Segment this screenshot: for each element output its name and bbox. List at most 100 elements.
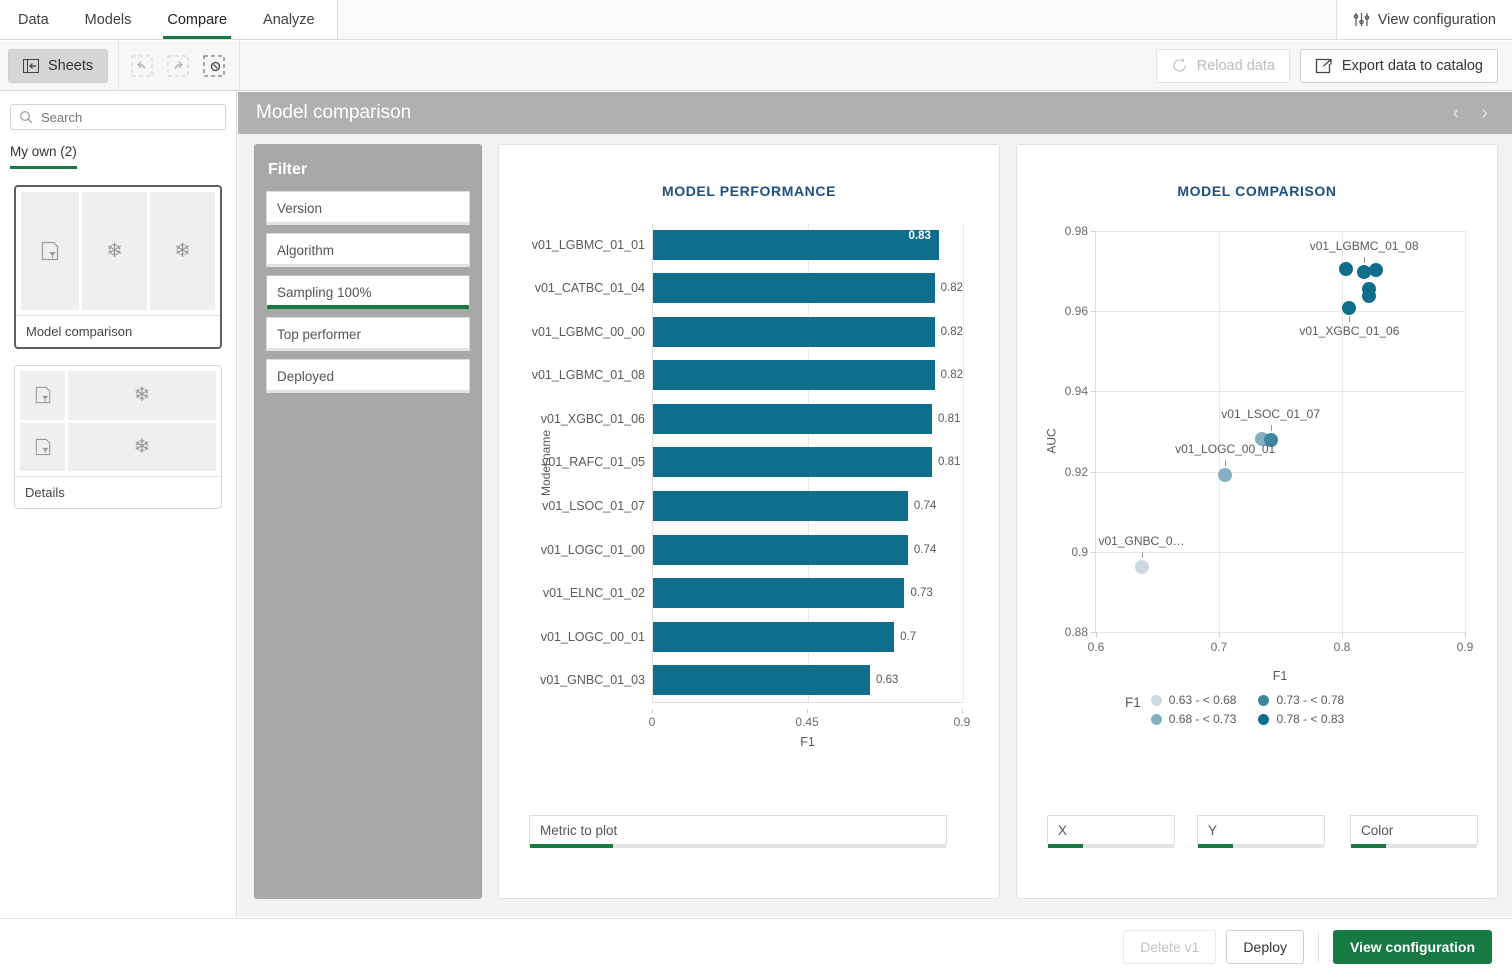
legend-item[interactable]: 0.78 - < 0.83 [1258,712,1344,726]
clear-selections-icon[interactable] [199,51,229,81]
legend-item[interactable]: 0.68 - < 0.73 [1151,712,1237,726]
y-dimension-dropdown[interactable]: Y [1197,815,1325,845]
sheet-header: Model comparison ‹ › [238,92,1512,134]
bar-x-ticks: 00.450.9 [652,709,963,731]
bar-rect[interactable]: 0.83 [653,230,939,260]
bar-rect[interactable] [653,622,894,652]
export-data-label: Export data to catalog [1342,58,1483,74]
bar-rect[interactable] [653,317,935,347]
export-data-button[interactable]: Export data to catalog [1300,49,1498,83]
scatter-point-label: v01_LSOC_01_07 [1221,407,1320,421]
model-comparison-chart: AUC 0.880.90.920.940.960.980.60.70.80.9v… [1033,221,1481,661]
legend-items: 0.63 - < 0.68 0.73 - < 0.78 0.68 - < 0.73 0… [1151,693,1344,726]
bar-rect[interactable] [653,273,935,303]
bar-category-label: v01_LOGC_01_00 [541,543,645,557]
bar-rect[interactable] [653,447,932,477]
delete-version-button[interactable]: Delete v1 [1123,930,1216,964]
bar-row[interactable]: v01_LSOC_01_070.74 [653,484,963,528]
reload-icon [1171,57,1188,74]
bar-row[interactable]: v01_XGBC_01_060.81 [653,397,963,441]
nav-tab-models[interactable]: Models [67,0,150,39]
scatter-point[interactable] [1339,262,1353,276]
my-own-tab[interactable]: My own (2) [10,144,77,169]
bar-row[interactable]: v01_LOGC_01_000.74 [653,528,963,572]
bar-row[interactable]: v01_CATBC_01_040.82 [653,267,963,311]
sheet-thumbnail: ❄ ❄ [16,187,220,315]
scatter-legend: F1 0.63 - < 0.680.73 - < 0.780.68 - < 0.… [1125,693,1344,726]
filter-item-algorithm[interactable]: Algorithm [266,233,470,267]
filter-item-sampling[interactable]: Sampling 100% [266,275,470,309]
metric-to-plot-dropdown[interactable]: Metric to plot [529,815,947,845]
filter-underbar-selected [267,305,469,309]
sheets-button[interactable]: Sheets [8,49,108,83]
legend-item[interactable]: 0.63 - < 0.68 [1151,693,1237,707]
scatter-y-tick-mark [1091,311,1096,312]
puzzle-icon: ❄ [106,241,123,261]
view-configuration-top-button[interactable]: View configuration [1336,0,1512,39]
nav-tab-models-label: Models [85,12,132,28]
scatter-y-tick-label: 0.88 [1065,625,1088,639]
bar-value-label: 0.82 [941,326,963,338]
scatter-point[interactable] [1135,560,1149,574]
bottom-action-bar: Delete v1 Deploy View configuration [0,918,1512,975]
filter-item-label: Top performer [277,327,361,342]
scatter-point[interactable] [1369,263,1383,277]
chevron-left-icon[interactable]: ‹ [1453,103,1460,123]
bar-row[interactable]: v01_LGBMC_01_010.83 [653,223,963,267]
bar-x-tick-label: 0.9 [954,715,971,729]
bar-rect[interactable] [653,578,904,608]
filter-item-label: Algorithm [277,243,334,258]
scatter-gridline-h [1096,311,1465,312]
bar-value-label: 0.74 [914,544,936,556]
filter-item-version[interactable]: Version [266,191,470,225]
scatter-point[interactable] [1362,289,1376,303]
nav-tab-analyze[interactable]: Analyze [245,0,333,39]
bar-row[interactable]: v01_GNBC_01_030.63 [653,658,963,702]
scatter-point[interactable] [1342,301,1356,315]
bar-row[interactable]: v01_ELNC_01_020.73 [653,571,963,615]
scatter-y-tick-mark [1091,391,1096,392]
view-configuration-button[interactable]: View configuration [1333,930,1492,964]
chevron-right-icon[interactable]: › [1481,103,1488,123]
search-input[interactable] [41,110,217,125]
scatter-x-axis-title: F1 [1095,669,1465,683]
bar-row[interactable]: v01_LGBMC_00_000.82 [653,310,963,354]
bar-rect[interactable] [653,404,932,434]
deploy-button[interactable]: Deploy [1226,930,1304,964]
bar-rect[interactable] [653,360,935,390]
redo-icon[interactable] [163,51,193,81]
nav-tab-data[interactable]: Data [0,0,67,39]
scatter-y-tick-label: 0.92 [1065,465,1088,479]
bar-row[interactable]: v01_LOGC_00_010.7 [653,615,963,659]
scatter-point[interactable] [1218,468,1232,482]
search-box[interactable] [10,104,226,130]
filter-item-top-performer[interactable]: Top performer [266,317,470,351]
bar-row[interactable]: v01_RAFC_01_050.81 [653,441,963,485]
legend-item[interactable]: 0.73 - < 0.78 [1258,693,1344,707]
nav-tab-data-label: Data [18,12,49,28]
reload-data-button[interactable]: Reload data [1156,49,1290,83]
bar-rect[interactable] [653,535,908,565]
color-underbar [1351,844,1477,848]
nav-tab-compare[interactable]: Compare [149,0,245,39]
bar-row[interactable]: v01_LGBMC_01_080.82 [653,354,963,398]
thumb-filter-pane-2 [20,423,65,472]
filter-item-deployed[interactable]: Deployed [266,359,470,393]
puzzle-icon: ❄ [134,385,151,405]
scatter-y-tick-label: 0.94 [1065,384,1088,398]
bar-x-tick-label: 0.45 [795,715,818,729]
sheet-card-model-comparison[interactable]: ❄ ❄ Model comparison [14,185,222,349]
color-dimension-dropdown[interactable]: Color [1350,815,1478,845]
undo-icon[interactable] [127,51,157,81]
scatter-label-leader [1271,425,1272,431]
filter-pane-title: Filter [268,161,468,179]
bar-x-tick-label: 0 [649,715,656,729]
thumb-filter-pane [21,192,79,310]
bar-rect[interactable] [653,491,908,521]
scatter-x-tick-mark [1342,632,1343,637]
x-dimension-dropdown[interactable]: X [1047,815,1175,845]
filter-item-label: Version [277,201,322,216]
bar-category-label: v01_CATBC_01_04 [535,281,645,295]
sheet-card-details[interactable]: ❄ ❄ Details [14,365,222,509]
bar-rect[interactable] [653,665,870,695]
